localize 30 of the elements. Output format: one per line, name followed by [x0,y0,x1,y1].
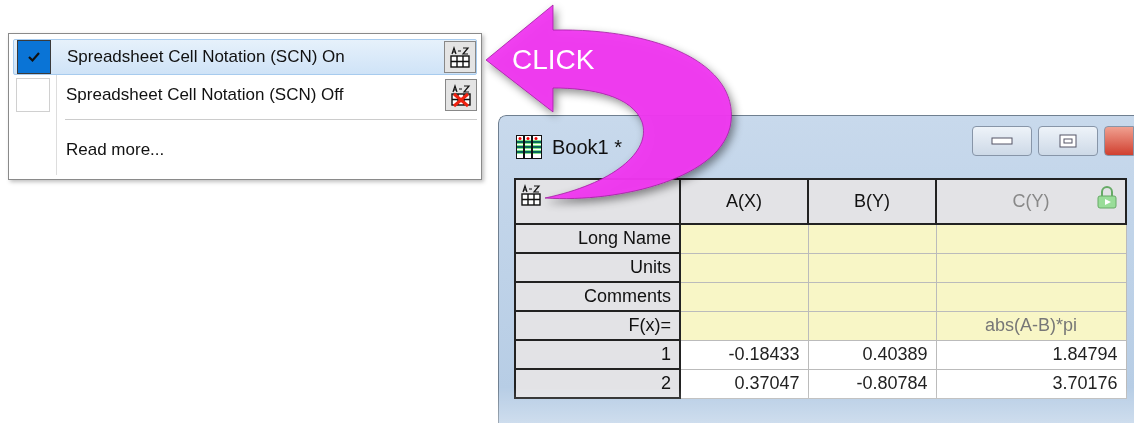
minimize-icon [991,137,1013,145]
table-cell[interactable]: 0.37047 [680,369,808,398]
table-cell[interactable]: -0.80784 [808,369,936,398]
workbook-icon [514,133,544,161]
grid-icon [518,182,544,208]
table-cell[interactable]: 1.84794 [936,340,1126,369]
row-label: F(x)= [515,311,680,340]
menu-item[interactable]: Spreadsheet Cell Notation (SCN) On [13,39,477,75]
row-label: Long Name [515,224,680,253]
maximize-button[interactable] [1038,126,1098,156]
row-number: 2 [515,369,680,398]
formula-cell[interactable]: abs(A-B)*pi [936,311,1126,340]
column-header[interactable]: A(X) [680,179,808,224]
grid-icon [447,44,473,70]
menu-item[interactable]: Spreadsheet Cell Notation (SCN) Off [13,77,477,113]
check-icon [27,51,41,63]
row-label: Units [515,253,680,282]
grid-crossed-icon [448,82,474,108]
window-title: Book1 * [552,135,623,159]
row-label: Comments [515,282,680,311]
table-cell[interactable]: 0.40389 [808,340,936,369]
row-number: 1 [515,340,680,369]
read-more-link[interactable]: Read more... [66,140,165,160]
column-header[interactable]: B(Y) [808,179,936,224]
minimize-button[interactable] [972,126,1032,156]
maximize-icon [1059,134,1077,148]
close-button[interactable] [1104,126,1134,156]
callout-label: CLICK [512,44,595,76]
table-cell[interactable]: -0.18433 [680,340,808,369]
table-cell[interactable]: 3.70176 [936,369,1126,398]
